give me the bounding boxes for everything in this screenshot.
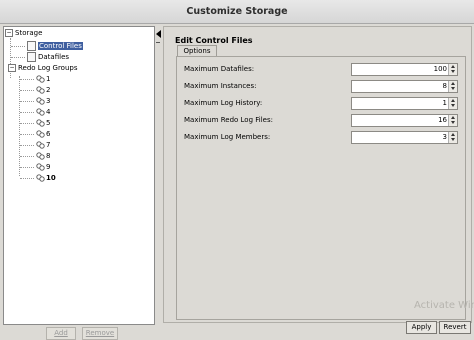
options-tab-panel xyxy=(176,56,466,320)
spin-up-icon[interactable] xyxy=(451,133,455,136)
spin-buttons[interactable] xyxy=(448,132,457,143)
log-group-icon xyxy=(36,163,45,171)
title-bar: Customize Storage xyxy=(0,0,474,24)
log-group-label: 7 xyxy=(46,141,51,149)
spin-value[interactable]: 3 xyxy=(443,132,447,143)
log-group-label: 9 xyxy=(46,163,51,171)
spin-field[interactable]: 1 xyxy=(351,97,458,110)
tree-node-datafiles[interactable]: Datafiles xyxy=(27,52,69,62)
log-group-label: 6 xyxy=(46,130,51,138)
tree-label-storage: Storage xyxy=(15,29,43,37)
tree-node-log-group[interactable]: 6 xyxy=(36,129,50,139)
spin-field[interactable]: 3 xyxy=(351,131,458,144)
tree-node-control-files[interactable]: Control Files xyxy=(27,41,83,51)
log-group-icon xyxy=(36,108,45,116)
storage-tree[interactable]: − Storage Control Files Datafiles − Redo L… xyxy=(3,26,155,325)
add-button[interactable]: Add xyxy=(46,327,76,340)
spin-down-icon[interactable] xyxy=(451,70,455,73)
spin-down-icon[interactable] xyxy=(451,121,455,124)
control-files-icon xyxy=(27,41,36,51)
tree-node-log-group[interactable]: 9 xyxy=(36,162,50,172)
datafiles-icon xyxy=(27,52,36,62)
collapse-pane-arrow-icon[interactable] xyxy=(156,30,161,38)
log-group-icon xyxy=(36,130,45,138)
spin-buttons[interactable] xyxy=(448,64,457,75)
spin-up-icon[interactable] xyxy=(451,82,455,85)
log-group-label: 8 xyxy=(46,152,51,160)
tree-label-redo-log-groups: Redo Log Groups xyxy=(18,64,78,72)
log-group-label: 3 xyxy=(46,97,51,105)
activation-watermark: Activate Win xyxy=(414,300,474,311)
log-group-label: 10 xyxy=(46,174,56,182)
apply-button[interactable]: Apply xyxy=(406,321,437,334)
spin-value[interactable]: 8 xyxy=(443,81,447,92)
spin-buttons[interactable] xyxy=(448,115,457,126)
spin-buttons[interactable] xyxy=(448,98,457,109)
field-label: Maximum Instances: xyxy=(184,82,257,90)
tree-node-log-group[interactable]: 5 xyxy=(36,118,50,128)
collapse-icon[interactable]: − xyxy=(5,29,13,37)
field-label: Maximum Log History: xyxy=(184,99,263,107)
log-group-label: 1 xyxy=(46,75,51,83)
tree-node-log-group[interactable]: 4 xyxy=(36,107,50,117)
field-label: Maximum Datafiles: xyxy=(184,65,255,73)
log-group-icon xyxy=(36,119,45,127)
log-group-icon xyxy=(36,75,45,83)
spin-down-icon[interactable] xyxy=(451,87,455,90)
field-label: Maximum Redo Log Files: xyxy=(184,116,273,124)
tree-node-log-group[interactable]: 1 xyxy=(36,74,50,84)
tree-label-control-files: Control Files xyxy=(38,42,83,50)
remove-button[interactable]: Remove xyxy=(82,327,118,340)
tree-node-log-group[interactable]: 8 xyxy=(36,151,50,161)
spin-down-icon[interactable] xyxy=(451,104,455,107)
tree-node-redo-log-groups[interactable]: − Redo Log Groups xyxy=(8,63,78,73)
tree-node-log-group[interactable]: 2 xyxy=(36,85,50,95)
spin-up-icon[interactable] xyxy=(451,99,455,102)
log-group-icon xyxy=(36,86,45,94)
tree-label-datafiles: Datafiles xyxy=(38,53,70,61)
revert-button[interactable]: Revert xyxy=(439,321,471,334)
log-group-icon xyxy=(36,152,45,160)
spin-up-icon[interactable] xyxy=(451,65,455,68)
spin-value[interactable]: 100 xyxy=(434,64,447,75)
tree-node-log-group[interactable]: 7 xyxy=(36,140,50,150)
log-group-icon xyxy=(36,174,45,182)
window-title: Customize Storage xyxy=(186,6,288,17)
tree-node-log-group[interactable]: 3 xyxy=(36,96,50,106)
log-group-icon xyxy=(36,97,45,105)
log-group-label: 2 xyxy=(46,86,51,94)
spin-field[interactable]: 16 xyxy=(351,114,458,127)
field-label: Maximum Log Members: xyxy=(184,133,271,141)
tree-node-log-group[interactable]: 10 xyxy=(36,173,56,183)
collapse-icon[interactable]: − xyxy=(8,64,16,72)
spin-up-icon[interactable] xyxy=(451,116,455,119)
spin-field[interactable]: 8 xyxy=(351,80,458,93)
log-group-icon xyxy=(36,141,45,149)
tree-node-storage[interactable]: − Storage xyxy=(5,28,42,38)
log-group-label: 5 xyxy=(46,119,51,127)
section-title: Edit Control Files xyxy=(175,36,253,45)
splitter-handle[interactable] xyxy=(156,42,160,43)
spin-value[interactable]: 1 xyxy=(443,98,447,109)
spin-value[interactable]: 16 xyxy=(438,115,447,126)
spin-buttons[interactable] xyxy=(448,81,457,92)
log-group-label: 4 xyxy=(46,108,51,116)
spin-field[interactable]: 100 xyxy=(351,63,458,76)
spin-down-icon[interactable] xyxy=(451,138,455,141)
